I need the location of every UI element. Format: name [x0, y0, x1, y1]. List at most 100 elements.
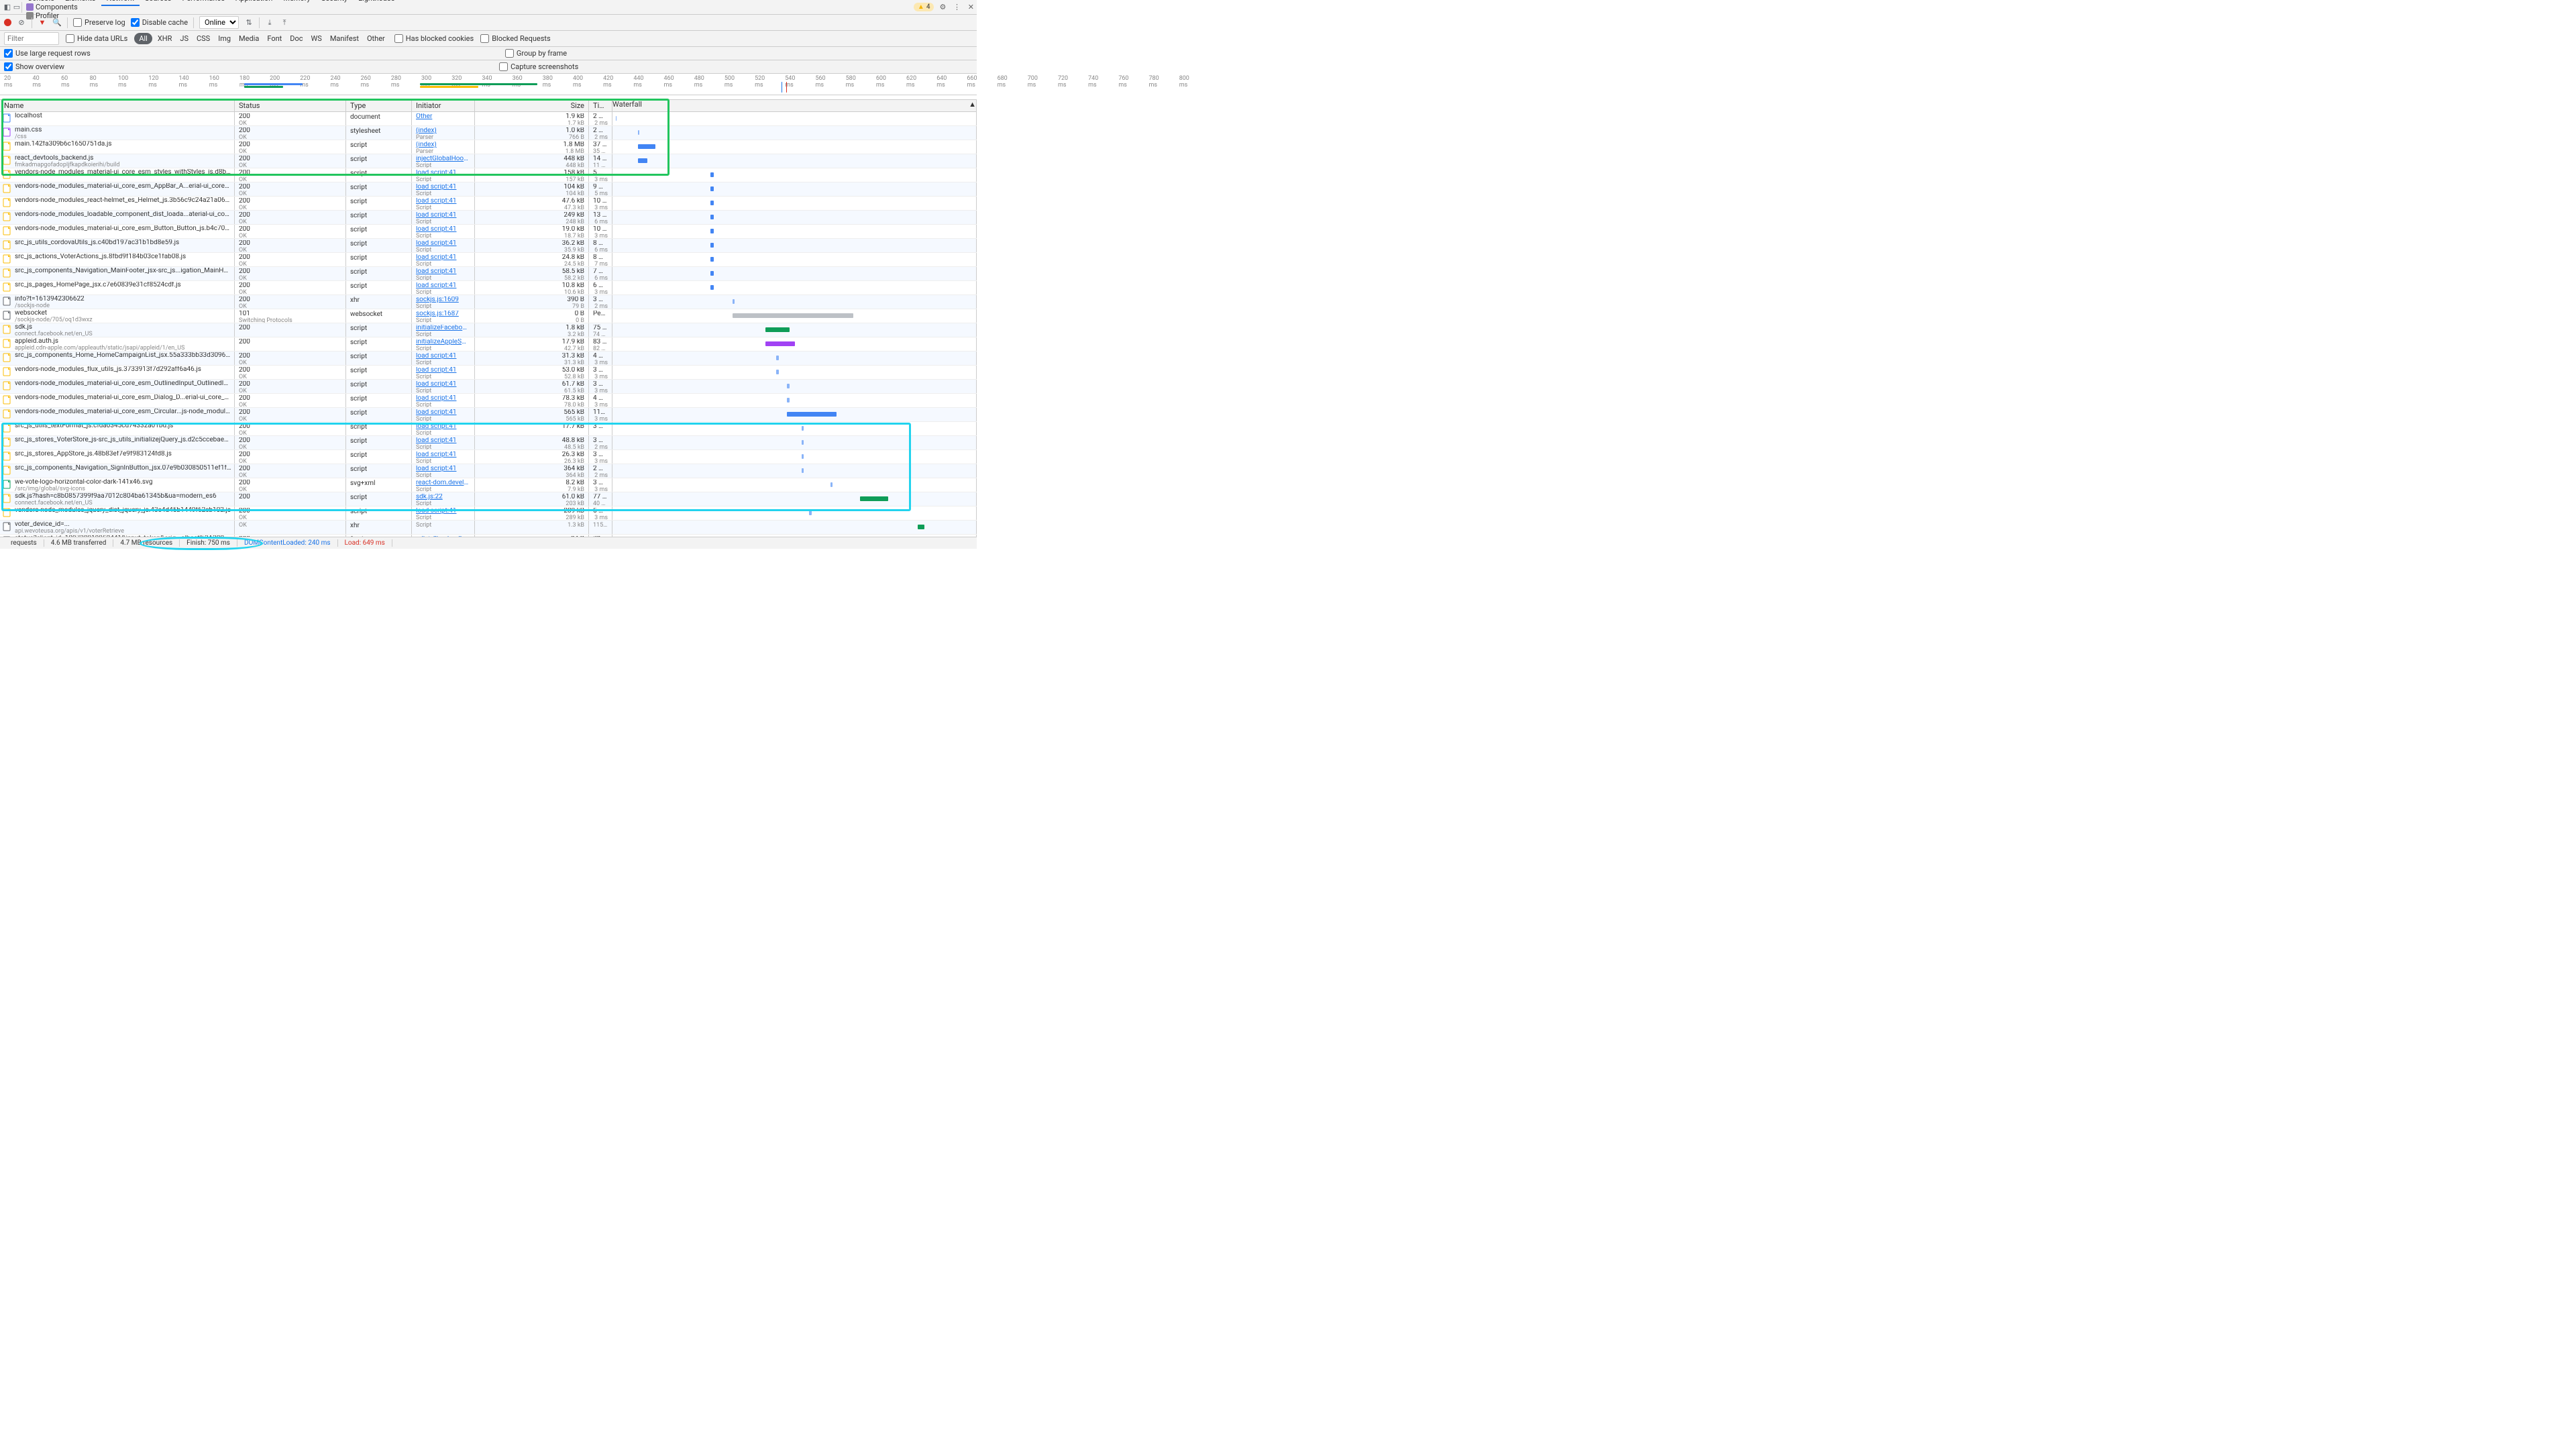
request-row[interactable]: websocket/sockjs-node/705/oq1d3wxz101Swi…: [0, 309, 977, 323]
settings-icon[interactable]: ⚙: [939, 3, 946, 11]
request-row[interactable]: src_js_components_Navigation_SignInButto…: [0, 464, 977, 478]
header-initiator[interactable]: Initiator: [412, 100, 475, 111]
initiator-link[interactable]: load script:41: [416, 268, 470, 275]
network-conditions-icon[interactable]: ⇅: [244, 18, 254, 28]
initiator-link[interactable]: load script:41: [416, 282, 470, 289]
request-row[interactable]: we-vote-logo-horizontal-color-dark-141x4…: [0, 478, 977, 492]
initiator-link[interactable]: load script:41: [416, 254, 470, 261]
search-icon[interactable]: 🔍: [52, 18, 62, 28]
initiator-link[interactable]: load script:41: [416, 409, 470, 416]
close-icon[interactable]: ✕: [968, 3, 974, 11]
throttling-select[interactable]: Online: [199, 16, 239, 29]
header-name[interactable]: Name: [0, 100, 235, 111]
request-row[interactable]: src_js_components_Navigation_MainFooter_…: [0, 267, 977, 281]
blocked-requests-checkbox[interactable]: Blocked Requests: [480, 34, 551, 43]
initiator-link[interactable]: (index): [416, 127, 470, 134]
request-row[interactable]: src_js_utils_textFormat_js.cfda0345cd743…: [0, 422, 977, 436]
header-time[interactable]: Time: [589, 100, 612, 111]
initiator-link[interactable]: load script:41: [416, 198, 470, 205]
request-row[interactable]: vendors-node_modules_jquery_dist_jquery_…: [0, 506, 977, 521]
tab-network[interactable]: Network: [101, 0, 140, 6]
import-icon[interactable]: ⤓: [265, 18, 274, 28]
preserve-log-checkbox[interactable]: Preserve log: [73, 18, 125, 27]
request-row[interactable]: src_js_stores_VoterStore_js-src_js_utils…: [0, 436, 977, 450]
initiator-link[interactable]: load script:41: [416, 395, 470, 402]
request-row[interactable]: vendors-node_modules_material-ui_core_es…: [0, 394, 977, 408]
request-row[interactable]: vendors-node_modules_react-helmet_es_Hel…: [0, 197, 977, 211]
header-size[interactable]: Size: [475, 100, 589, 111]
header-waterfall[interactable]: Waterfall▲: [612, 100, 977, 111]
disable-cache-checkbox[interactable]: Disable cache: [131, 18, 188, 27]
request-row[interactable]: vendors-node_modules_flux_utils_js.37339…: [0, 366, 977, 380]
device-icon[interactable]: ▭: [12, 3, 21, 12]
request-row[interactable]: sdk.js?hash=c8b0857399f9aa7012c804ba6134…: [0, 492, 977, 506]
request-row[interactable]: vendors-node_modules_material-ui_core_es…: [0, 225, 977, 239]
initiator-link[interactable]: load script:41: [416, 437, 470, 444]
initiator-link[interactable]: sockjs.js:1687: [416, 311, 470, 317]
request-row[interactable]: main.css/css200OKstylesheet(index)Parser…: [0, 126, 977, 140]
filter-manifest[interactable]: Manifest: [327, 33, 362, 44]
header-type[interactable]: Type: [346, 100, 412, 111]
filter-font[interactable]: Font: [264, 33, 284, 44]
warnings-badge[interactable]: ▲4: [914, 3, 934, 11]
tab-security[interactable]: Security: [316, 0, 353, 6]
filter-js[interactable]: JS: [177, 33, 191, 44]
hide-data-urls-checkbox[interactable]: Hide data URLs: [66, 34, 127, 43]
filter-doc[interactable]: Doc: [287, 33, 305, 44]
inspect-icon[interactable]: ◧: [3, 3, 12, 12]
request-row[interactable]: appleid.auth.jsappleid.cdn-apple.com/app…: [0, 337, 977, 352]
initiator-link[interactable]: load script:41: [416, 423, 470, 430]
filter-all[interactable]: All: [134, 33, 152, 44]
initiator-link[interactable]: load script:41: [416, 451, 470, 458]
initiator-link[interactable]: Other: [416, 113, 470, 120]
initiator-link[interactable]: load script:41: [416, 170, 470, 176]
initiator-link[interactable]: sdk.js:22: [416, 494, 470, 500]
tab-performance[interactable]: Performance: [176, 0, 230, 6]
capture-screenshots-checkbox[interactable]: Capture screenshots: [499, 62, 578, 71]
filter-input[interactable]: [4, 32, 59, 45]
initiator-link[interactable]: initializeFacebookSDK.js:26: [416, 325, 470, 331]
request-row[interactable]: vendors-node_modules_material-ui_core_es…: [0, 380, 977, 394]
more-icon[interactable]: ⋮: [953, 3, 961, 11]
initiator-link[interactable]: load script:41: [416, 367, 470, 374]
request-row[interactable]: vendors-node_modules_material-ui_core_es…: [0, 182, 977, 197]
initiator-link[interactable]: load script:41: [416, 353, 470, 360]
filter-toggle-icon[interactable]: ▼: [38, 18, 47, 28]
initiator-link[interactable]: react-dom.development.js:683: [416, 480, 470, 486]
request-row[interactable]: src_js_components_Home_HomeCampaignList_…: [0, 352, 977, 366]
clear-button[interactable]: ⊘: [17, 18, 26, 28]
filter-media[interactable]: Media: [236, 33, 262, 44]
record-button[interactable]: [4, 19, 11, 26]
initiator-link[interactable]: initializeAppleSDK.js:11: [416, 339, 470, 345]
request-row[interactable]: react_devtools_backend.jsfmkadmapgofadop…: [0, 154, 977, 168]
initiator-link[interactable]: injectGlobalHook.js:833: [416, 156, 470, 162]
request-row[interactable]: localhost200OKdocumentOther1.9 kB1.7 kB2…: [0, 112, 977, 126]
show-overview-checkbox[interactable]: Show overview: [4, 62, 64, 71]
filter-other[interactable]: Other: [364, 33, 388, 44]
request-row[interactable]: voter_device_id=...api.wevoteusa.org/api…: [0, 521, 977, 535]
filter-xhr[interactable]: XHR: [155, 33, 175, 44]
tab-memory[interactable]: Memory: [278, 0, 315, 6]
initiator-link[interactable]: load script:41: [416, 212, 470, 219]
filter-ws[interactable]: WS: [309, 33, 325, 44]
initiator-link[interactable]: sockjs.js:1609: [416, 297, 470, 303]
header-status[interactable]: Status: [235, 100, 346, 111]
request-row[interactable]: vendors-node_modules_loadable_component_…: [0, 211, 977, 225]
request-row[interactable]: src_js_stores_AppStore_js.48b83ef7e9f983…: [0, 450, 977, 464]
request-row[interactable]: main.142fa309b6c1650751da.js200OKscript(…: [0, 140, 977, 154]
tab-sources[interactable]: Sources: [140, 0, 177, 6]
filter-img[interactable]: Img: [215, 33, 233, 44]
group-by-frame-checkbox[interactable]: Group by frame: [505, 49, 567, 58]
request-row[interactable]: src_js_pages_HomePage_jsx.c7e60839e31cf8…: [0, 281, 977, 295]
large-rows-checkbox[interactable]: Use large request rows: [4, 49, 91, 58]
filter-css[interactable]: CSS: [194, 33, 213, 44]
request-row[interactable]: info?t=1613942306622/sockjs-node200OKxhr…: [0, 295, 977, 309]
initiator-link[interactable]: load script:41: [416, 466, 470, 472]
initiator-link[interactable]: (index): [416, 142, 470, 148]
blocked-cookies-checkbox[interactable]: Has blocked cookies: [394, 34, 474, 43]
initiator-link[interactable]: load script:41: [416, 381, 470, 388]
request-row[interactable]: vendors-node_modules_material-ui_core_es…: [0, 168, 977, 182]
initiator-link[interactable]: load script:41: [416, 184, 470, 191]
request-row[interactable]: src_js_utils_cordovaUtils_js.c40bd197ac3…: [0, 239, 977, 253]
request-row[interactable]: sdk.jsconnect.facebook.net/en_US200scrip…: [0, 323, 977, 337]
